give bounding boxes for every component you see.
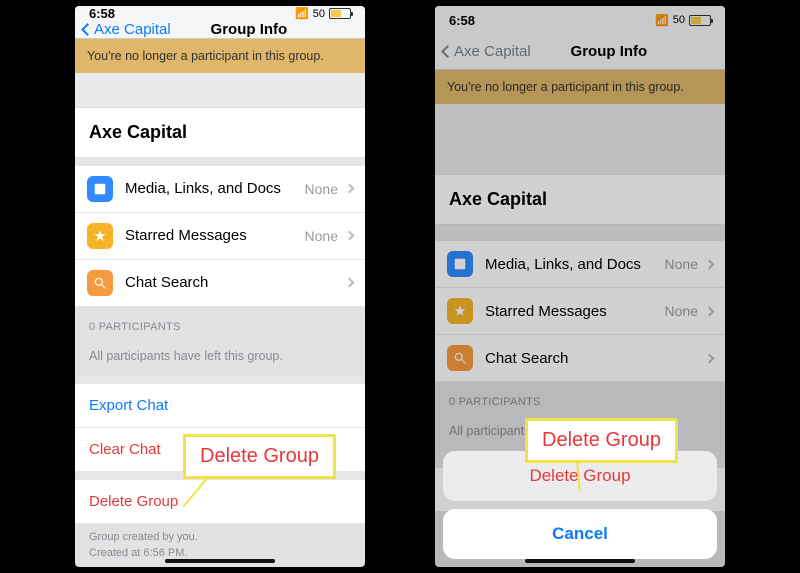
media-icon [447, 251, 473, 277]
chevron-right-icon [345, 278, 355, 288]
star-icon [447, 298, 473, 324]
media-icon [87, 176, 113, 202]
row-starred[interactable]: Starred Messages None [75, 213, 365, 260]
chevron-right-icon [345, 184, 355, 194]
participant-banner: You're no longer a participant in this g… [75, 39, 365, 73]
star-icon [87, 223, 113, 249]
chevron-right-icon [705, 353, 715, 363]
chevron-right-icon [705, 306, 715, 316]
status-bar: 6:58 📶 50 [435, 6, 725, 34]
chevron-left-icon [81, 23, 94, 36]
status-right: 📶 50 [295, 7, 351, 20]
row-media[interactable]: Media, Links, and Docs None [75, 166, 365, 213]
nav-title: Group Info [141, 21, 357, 38]
chevron-right-icon [345, 231, 355, 241]
nav-bar: Axe Capital Group Info [75, 21, 365, 39]
chevron-right-icon [705, 259, 715, 269]
delete-group-button[interactable]: Delete Group [75, 480, 365, 524]
group-name[interactable]: Axe Capital [435, 174, 725, 225]
phone-left: 6:58 📶 50 Axe Capital Group Info You're … [75, 6, 365, 567]
chevron-left-icon [441, 45, 454, 58]
status-time: 6:58 [89, 6, 115, 21]
nav-bar: Axe Capital Group Info [435, 34, 725, 70]
row-search[interactable]: Chat Search [75, 260, 365, 307]
search-icon [447, 345, 473, 371]
participants-header: 0 PARTICIPANTS [75, 307, 365, 339]
sheet-cancel[interactable]: Cancel [443, 509, 717, 559]
battery-icon [689, 15, 711, 26]
participant-banner: You're no longer a participant in this g… [435, 70, 725, 104]
status-right: 📶 50 [655, 14, 711, 27]
status-bar: 6:58 📶 50 [75, 6, 365, 21]
group-avatar-area [435, 104, 725, 174]
phone-right: 6:58 📶 50 Axe Capital Group Info You're … [435, 6, 725, 567]
export-chat-button[interactable]: Export Chat [75, 384, 365, 428]
search-icon [87, 270, 113, 296]
callout-delete-group: Delete Group [183, 434, 336, 479]
callout-delete-group: Delete Group [525, 418, 678, 463]
battery-icon [329, 8, 351, 19]
participants-note: All participants have left this group. [75, 339, 365, 377]
group-avatar-area [75, 73, 365, 107]
group-name[interactable]: Axe Capital [75, 107, 365, 158]
home-indicator[interactable] [165, 559, 275, 563]
participants-header: 0 PARTICIPANTS [435, 382, 725, 414]
status-time: 6:58 [449, 13, 475, 28]
row-media[interactable]: Media, Links, and Docs None [435, 241, 725, 288]
nav-title: Group Info [501, 43, 717, 60]
row-starred[interactable]: Starred Messages None [435, 288, 725, 335]
row-search[interactable]: Chat Search [435, 335, 725, 382]
